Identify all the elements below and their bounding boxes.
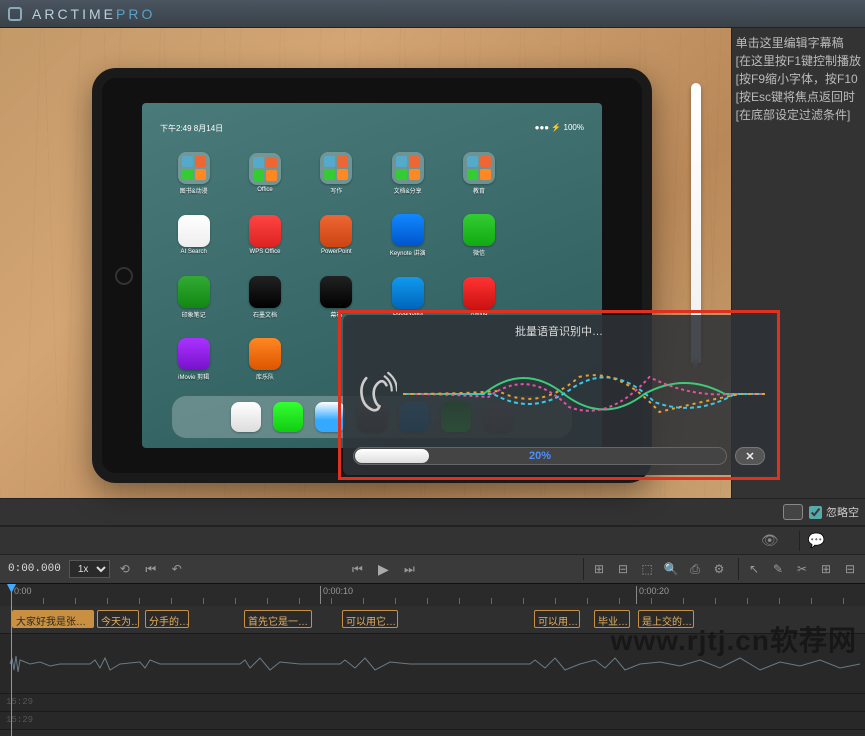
hint-line: [按Esc键将焦点返回时	[736, 88, 861, 106]
ignore-blank-checkbox[interactable]: 忽略空	[809, 504, 859, 520]
watermark: www.rjtj.cn软荐网	[611, 619, 857, 659]
view-row: 👁 💬	[0, 526, 865, 554]
video-preview: 下午2:49 8月14日●●● ⚡ 100% 图书&动漫Office写作文档&分…	[0, 28, 731, 498]
progress-percent: 20%	[529, 450, 551, 462]
speech-recognition-dialog: 批量语音识别中…	[343, 315, 775, 475]
hint-line: [在底部设定过滤条件]	[736, 106, 861, 124]
tool-button[interactable]: ⬚	[636, 558, 658, 580]
hint-line: [在这里按F1键控制播放	[736, 52, 861, 70]
ear-icon	[353, 369, 397, 419]
hint-line: [按F9缩小字体，按F10	[736, 70, 861, 88]
edit-tool-button[interactable]: ✂	[791, 558, 813, 580]
app-icon	[8, 7, 22, 21]
transport-bar: 0:00.000 1x ⟲ ⏮ ↶ ⏮ ▶ ⏭ ⊞⊟⬚🔍⎙⚙ ↖✎✂⊞⊟	[0, 554, 865, 584]
edit-tool-button[interactable]: ⊟	[839, 558, 861, 580]
comment-icon[interactable]: 💬	[808, 532, 825, 549]
tool-button[interactable]: ⚙	[708, 558, 730, 580]
tool-button[interactable]: ⊞	[588, 558, 610, 580]
subtitle-block[interactable]: 可以用…	[534, 610, 580, 628]
edit-tool-button[interactable]: ✎	[767, 558, 789, 580]
subtitle-block[interactable]: 可以用它…	[342, 610, 398, 628]
options-row: 忽略空	[0, 498, 865, 526]
next-button[interactable]: ⏭	[398, 558, 420, 580]
titlebar: ARCTIMEPRO	[0, 0, 865, 28]
speed-select[interactable]: 1x	[69, 560, 110, 578]
tool-button[interactable]: ⎙	[684, 558, 706, 580]
prev-button[interactable]: ⏮	[346, 558, 368, 580]
edit-tool-button[interactable]: ↖	[743, 558, 765, 580]
waveform-icon	[403, 357, 765, 431]
play-button[interactable]: ▶	[372, 558, 394, 580]
playhead[interactable]	[11, 584, 12, 736]
subtitle-block[interactable]: 分手的…	[145, 610, 189, 628]
subtitle-block[interactable]: 大家好我是张…	[12, 610, 94, 628]
tool-button[interactable]: 🔍	[660, 558, 682, 580]
dialog-highlight: 批量语音识别中…	[338, 310, 780, 480]
cancel-button[interactable]: ✕	[735, 447, 765, 465]
dialog-title: 批量语音识别中…	[353, 321, 765, 343]
subtitle-block[interactable]: 今天为…	[97, 610, 139, 628]
hint-line: 单击这里编辑字幕稿	[736, 34, 861, 52]
app-title: ARCTIMEPRO	[32, 6, 155, 22]
home-button-icon	[115, 267, 133, 285]
track-label-2: 15:29	[0, 712, 865, 728]
step-back-button[interactable]: ⏮	[140, 558, 162, 580]
undo-button[interactable]: ⟲	[114, 558, 136, 580]
timecode: 0:00.000	[4, 563, 65, 575]
progress-bar: 20%	[353, 447, 727, 465]
timeline-ruler[interactable]: 0:000:00:100:00:20	[0, 584, 865, 606]
tool-button[interactable]: ⊟	[612, 558, 634, 580]
edit-tool-button[interactable]: ⊞	[815, 558, 837, 580]
subtitle-block[interactable]: 首先它是一…	[244, 610, 312, 628]
edit-toggle-icon[interactable]	[783, 504, 803, 520]
visibility-icon[interactable]: 👁	[761, 532, 779, 549]
revert-button[interactable]: ↶	[166, 558, 188, 580]
track-label-1: 15:29	[0, 694, 865, 710]
